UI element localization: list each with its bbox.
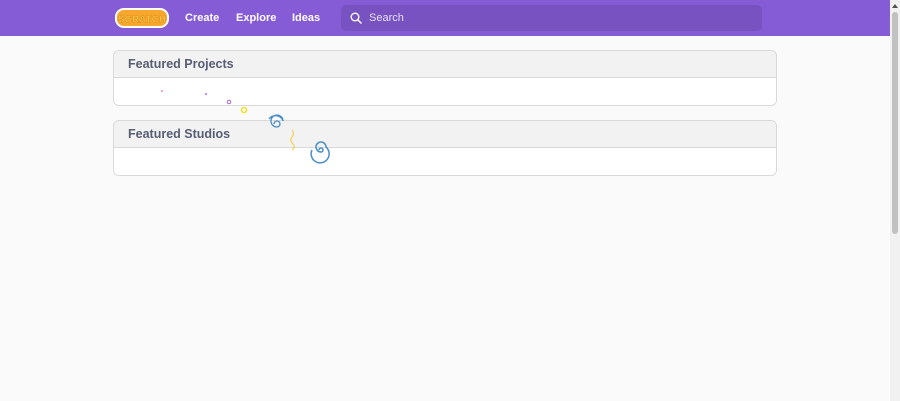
page-scrollbar[interactable] bbox=[890, 0, 900, 401]
nav-create-link[interactable]: Create bbox=[185, 0, 219, 36]
search-input[interactable] bbox=[369, 12, 749, 24]
featured-studios-body bbox=[114, 148, 776, 175]
featured-studios-title: Featured Studios bbox=[114, 121, 776, 148]
featured-projects-body bbox=[114, 78, 776, 105]
svg-text:SCRATCH: SCRATCH bbox=[118, 15, 166, 26]
nav-explore-link[interactable]: Explore bbox=[236, 0, 276, 36]
search-icon bbox=[349, 11, 363, 25]
featured-projects-panel: Featured Projects bbox=[113, 50, 777, 106]
nav-ideas-link[interactable]: Ideas bbox=[292, 0, 320, 36]
featured-studios-panel: Featured Studios bbox=[113, 120, 777, 176]
scratch-logo[interactable]: SCRATCH bbox=[114, 7, 170, 29]
scroll-up-arrow-icon[interactable] bbox=[890, 0, 900, 12]
search-box[interactable] bbox=[341, 5, 762, 31]
top-navbar: SCRATCH Create Explore Ideas bbox=[0, 0, 890, 36]
scrollbar-thumb[interactable] bbox=[892, 12, 898, 234]
featured-projects-title: Featured Projects bbox=[114, 51, 776, 78]
